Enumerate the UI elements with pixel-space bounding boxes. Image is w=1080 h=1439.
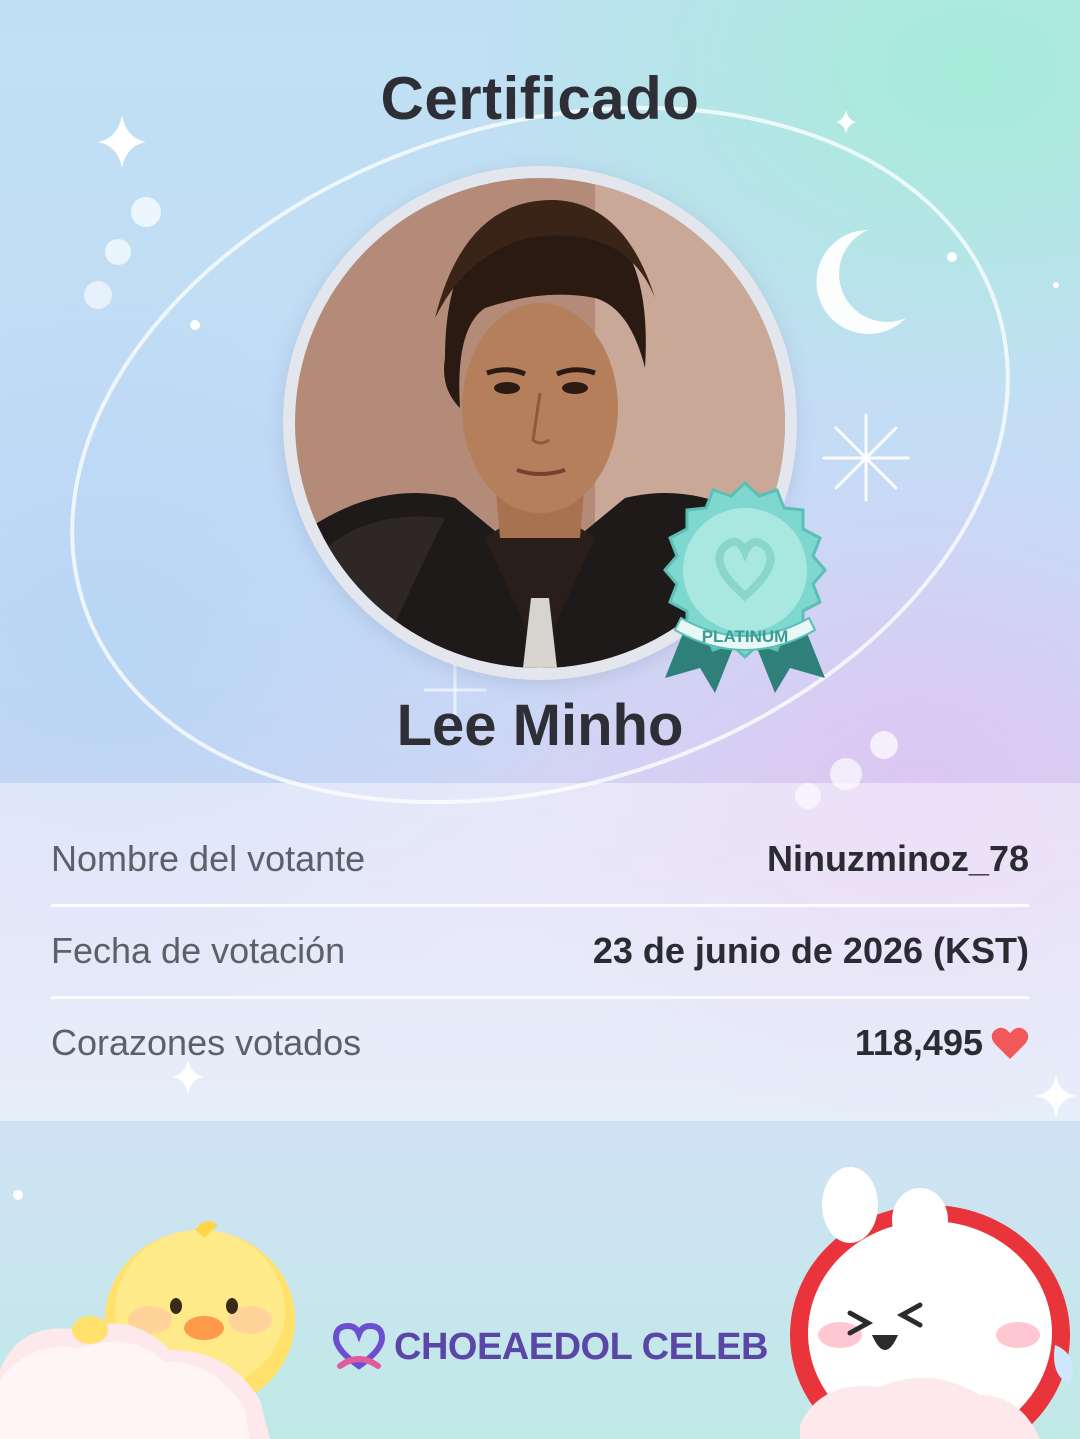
hearts-voted-value: 118,495 xyxy=(854,1022,983,1063)
vote-date-label: Fecha de votación xyxy=(51,930,346,971)
choeaedol-logo-icon xyxy=(332,1322,386,1370)
voter-name-row: Nombre del votante Ninuzminoz_78 xyxy=(51,813,1029,905)
hearts-voted-label: Corazones votados xyxy=(51,1022,362,1063)
vote-date-value: 23 de junio de 2026 (KST) xyxy=(592,930,1029,971)
vote-date-row: Fecha de votación 23 de junio de 2026 (K… xyxy=(51,905,1029,997)
voter-name-value: Ninuzminoz_78 xyxy=(766,838,1029,879)
hearts-voted-row: Corazones votados 118,495 xyxy=(51,997,1029,1089)
certificate-title: Certificado xyxy=(380,65,700,132)
platinum-badge-icon: PLATINUM xyxy=(663,480,827,693)
chick-character-illustration xyxy=(0,1221,295,1439)
badge-label: PLATINUM xyxy=(702,627,789,646)
heart-icon xyxy=(991,1027,1029,1059)
brand-name: CHOEAEDOL CELEB xyxy=(394,1325,768,1368)
bunny-character-illustration xyxy=(790,1167,1073,1439)
voter-name-label: Nombre del votante xyxy=(51,838,366,879)
vote-info-panel: Nombre del votante Ninuzminoz_78 Fecha d… xyxy=(0,783,1080,1121)
celebrity-name: Lee Minho xyxy=(396,693,684,758)
hearts-voted-value-group: 118,495 xyxy=(855,1022,1029,1064)
choeaedol-logo[interactable]: CHOEAEDOL CELEB xyxy=(330,1322,768,1372)
